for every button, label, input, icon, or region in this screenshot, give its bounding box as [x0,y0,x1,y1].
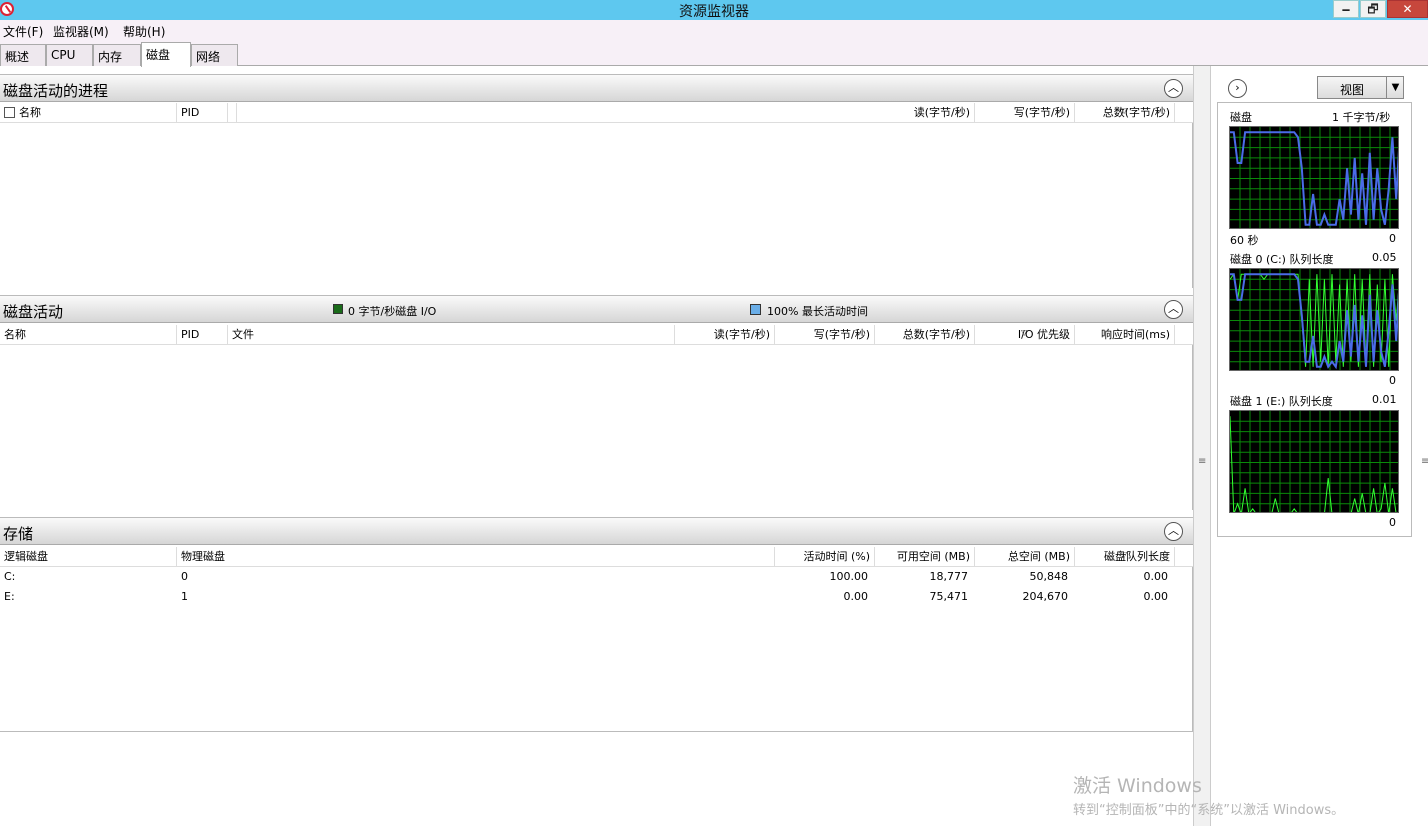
graph3-scale: 0.01 [1372,393,1397,406]
graph3-zero-label: 0 [1389,516,1396,529]
col-process-total[interactable]: ▽ 总数(字节/秒) [1075,103,1175,123]
view-dropdown[interactable]: 视图 ▼ [1317,76,1404,99]
tab-overview[interactable]: 概述 [0,44,46,66]
menu-bar: 文件(F) 监视器(M) 帮助(H) [0,20,1428,42]
cell-total: 204,670 [1022,590,1069,603]
processes-list[interactable] [0,123,1193,288]
disk-throughput-graph [1229,126,1399,229]
panel-splitter[interactable]: ≡ [1193,66,1211,826]
col-queue-length-label: 磁盘队列长度 [1104,550,1170,563]
sort-desc-icon: ▽ [1121,550,1128,559]
activity-list[interactable] [0,345,1193,510]
window-title: 资源监视器 [679,4,749,20]
cell-active: 100.00 [829,570,869,583]
cell-logical: C: [4,570,16,583]
col-process-total-label: 总数(字节/秒) [1102,106,1170,119]
sort-desc-icon: ▽ [1121,106,1128,115]
col-activity-name[interactable]: 名称 [0,325,177,345]
processes-section-header[interactable]: 磁盘活动的进程 ︿ [0,74,1193,102]
menu-help[interactable]: 帮助(H) [123,23,165,40]
menu-monitor[interactable]: 监视器(M) [53,23,109,40]
graph3-queue-line [1230,416,1397,512]
tab-disk[interactable]: 磁盘 [141,42,191,67]
graph1-zero-label: 0 [1389,232,1396,245]
storage-column-header: 逻辑磁盘 物理磁盘 活动时间 (%) 可用空间 (MB) 总空间 (MB) ▽ 磁… [0,547,1193,567]
cell-physical: 1 [181,590,188,603]
tab-network[interactable]: 网络 [191,44,238,66]
restore-button[interactable]: 🗗 [1360,0,1386,18]
activity-section-title: 磁盘活动 [3,303,64,321]
activation-watermark-title: 激活 Windows [1073,775,1202,797]
col-activity-response[interactable]: 响应时间(ms) [1075,325,1175,345]
title-bar: 资源监视器 🗕 🗗 ✕ [0,0,1428,20]
io-legend-swatch [333,304,343,314]
col-logical-disk[interactable]: 逻辑磁盘 [0,547,177,567]
sort-desc-icon: ▽ [1021,328,1028,337]
tab-strip: 概述 CPU 内存 磁盘 网络 [0,42,1428,67]
col-process-read[interactable]: 读(字节/秒) [228,103,975,123]
splitter-grip-icon: ≡ [1198,456,1207,467]
col-process-pid[interactable]: PID [177,103,228,123]
tab-memory[interactable]: 内存 [93,44,141,66]
graph1-time-label: 60 秒 [1230,234,1259,247]
col-process-write[interactable]: 写(字节/秒) [975,103,1075,123]
minimize-button[interactable]: 🗕 [1333,0,1359,18]
graph1-label: 磁盘 [1230,111,1252,124]
processes-collapse-button[interactable]: ︿ [1164,79,1183,98]
select-all-checkbox[interactable] [4,107,15,118]
storage-list[interactable]: C: 0 100.00 18,777 50,848 0.00 E: 1 0.00… [0,567,1193,732]
table-row[interactable]: C: 0 100.00 18,777 50,848 0.00 [0,567,1193,587]
cell-queue: 0.00 [1143,570,1169,583]
activity-section-header[interactable]: 磁盘活动 0 字节/秒磁盘 I/O 100% 最长活动时间 ︿ [0,295,1193,323]
activity-column-header: 名称 PID 文件 读(字节/秒) 写(字节/秒) 总数(字节/秒) ▽ I/O … [0,325,1193,345]
right-edge-grip-icon: ≡ [1421,456,1428,467]
cell-physical: 0 [181,570,188,583]
activity-collapse-button[interactable]: ︿ [1164,300,1183,319]
active-time-legend-swatch [750,304,761,315]
close-button[interactable]: ✕ [1387,0,1428,18]
processes-column-header: 名称 PID 读(字节/秒) 写(字节/秒) ▽ 总数(字节/秒) [0,103,1193,123]
activation-watermark-text: 转到“控制面板”中的“系统”以激活 Windows。 [1073,803,1345,818]
col-free-space[interactable]: 可用空间 (MB) [875,547,975,567]
graph2-zero-label: 0 [1389,374,1396,387]
collapse-graph-panel-icon[interactable]: › [1228,79,1247,98]
graph2-scale: 0.05 [1372,251,1397,264]
storage-collapse-button[interactable]: ︿ [1164,522,1183,541]
col-process-name-label: 名称 [19,106,41,119]
graph1-scale: 1 千字节/秒 [1332,111,1391,124]
cell-active: 0.00 [843,590,869,603]
tab-cpu[interactable]: CPU [46,44,93,66]
cell-free: 18,777 [929,570,969,583]
cell-logical: E: [4,590,15,603]
storage-section-title: 存储 [3,525,34,543]
menu-file[interactable]: 文件(F) [3,23,43,40]
col-physical-disk[interactable]: 物理磁盘 [177,547,775,567]
view-dropdown-label: 视图 [1339,83,1364,97]
col-active-time[interactable]: 活动时间 (%) [775,547,875,567]
processes-section-title: 磁盘活动的进程 [3,82,109,100]
col-activity-write[interactable]: 写(字节/秒) [775,325,875,345]
col-total-space[interactable]: 总空间 (MB) [975,547,1075,567]
col-activity-total[interactable]: 总数(字节/秒) [875,325,975,345]
cell-total: 50,848 [1029,570,1069,583]
storage-section-header[interactable]: 存储 ︿ [0,517,1193,545]
graph2-label: 磁盘 0 (C:) 队列长度 [1230,253,1334,266]
col-activity-pid[interactable]: PID [177,325,228,345]
active-time-legend-label: 100% 最长活动时间 [767,305,868,318]
graph3-label: 磁盘 1 (E:) 队列长度 [1230,395,1333,408]
table-row[interactable]: E: 1 0.00 75,471 204,670 0.00 [0,587,1193,607]
col-activity-read[interactable]: 读(字节/秒) [675,325,775,345]
col-activity-priority[interactable]: ▽ I/O 优先级 [975,325,1075,345]
col-queue-length[interactable]: ▽ 磁盘队列长度 [1075,547,1175,567]
chevron-down-icon: ▼ [1386,77,1404,98]
cell-free: 75,471 [929,590,969,603]
disk0-queue-graph [1229,268,1399,371]
cell-queue: 0.00 [1143,590,1169,603]
disk1-queue-graph [1229,410,1399,513]
io-legend-label: 0 字节/秒磁盘 I/O [348,305,437,318]
col-activity-file[interactable]: 文件 [228,325,675,345]
col-process-name[interactable]: 名称 [0,103,177,123]
